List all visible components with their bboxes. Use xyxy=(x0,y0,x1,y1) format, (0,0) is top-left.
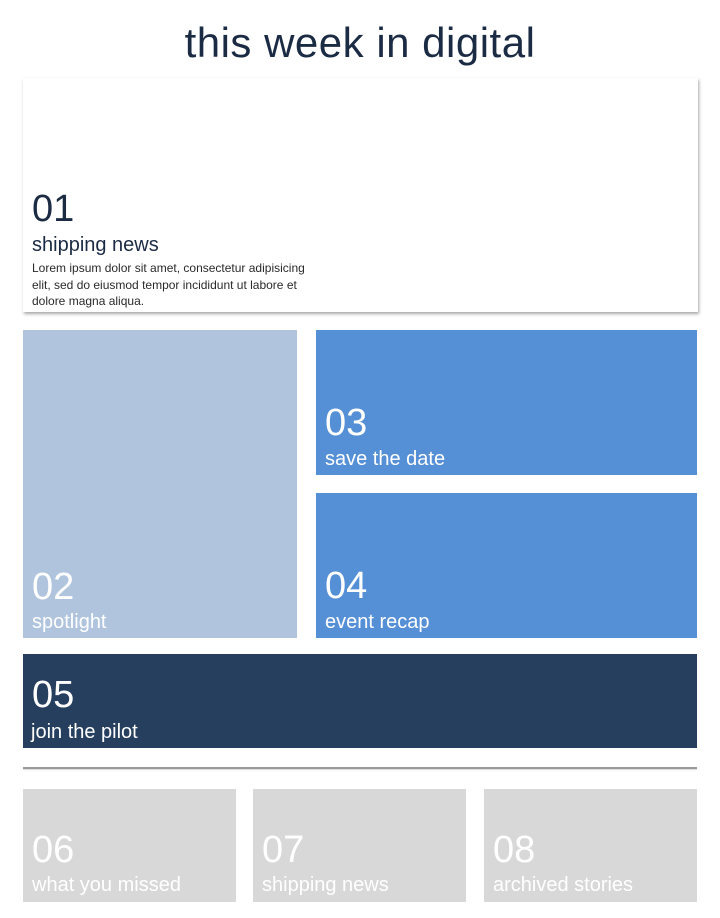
tile-label: shipping news xyxy=(262,874,389,896)
tile-label: join the pilot xyxy=(31,721,138,743)
tile-number: 05 xyxy=(32,674,75,716)
tile-number: 04 xyxy=(325,565,368,607)
tile-spotlight[interactable]: 02 spotlight xyxy=(23,330,297,638)
archive-tile-archived-stories[interactable]: 08 archived stories xyxy=(484,789,697,902)
tile-description: Lorem ipsum dolor sit amet, consectetur … xyxy=(32,261,305,308)
tile-number: 01 xyxy=(32,188,75,230)
archive-tile-shipping-news[interactable]: 07 shipping news xyxy=(253,789,466,902)
tile-save-the-date[interactable]: 03 save the date xyxy=(316,330,697,475)
tile-label: event recap xyxy=(325,611,430,633)
tile-number: 08 xyxy=(493,829,536,871)
tile-event-recap[interactable]: 04 event recap xyxy=(316,493,697,638)
tile-number: 07 xyxy=(262,829,305,871)
tile-number: 02 xyxy=(32,566,75,608)
tile-label: shipping news xyxy=(32,234,159,256)
tile-label: what you missed xyxy=(32,874,181,896)
tile-number: 06 xyxy=(32,829,75,871)
tile-shipping-news[interactable]: 01 shipping news Lorem ipsum dolor sit a… xyxy=(23,78,698,312)
tile-label: archived stories xyxy=(493,874,634,896)
archive-tile-what-you-missed[interactable]: 06 what you missed xyxy=(23,789,236,902)
newsletter-page: this week in digital 01 shipping news Lo… xyxy=(0,0,720,918)
tile-number: 03 xyxy=(325,402,368,444)
page-title: this week in digital xyxy=(184,19,536,66)
tile-label: spotlight xyxy=(32,611,107,633)
tile-label: save the date xyxy=(325,448,446,470)
tile-join-the-pilot[interactable]: 05 join the pilot xyxy=(23,654,697,748)
section-divider xyxy=(23,767,697,769)
